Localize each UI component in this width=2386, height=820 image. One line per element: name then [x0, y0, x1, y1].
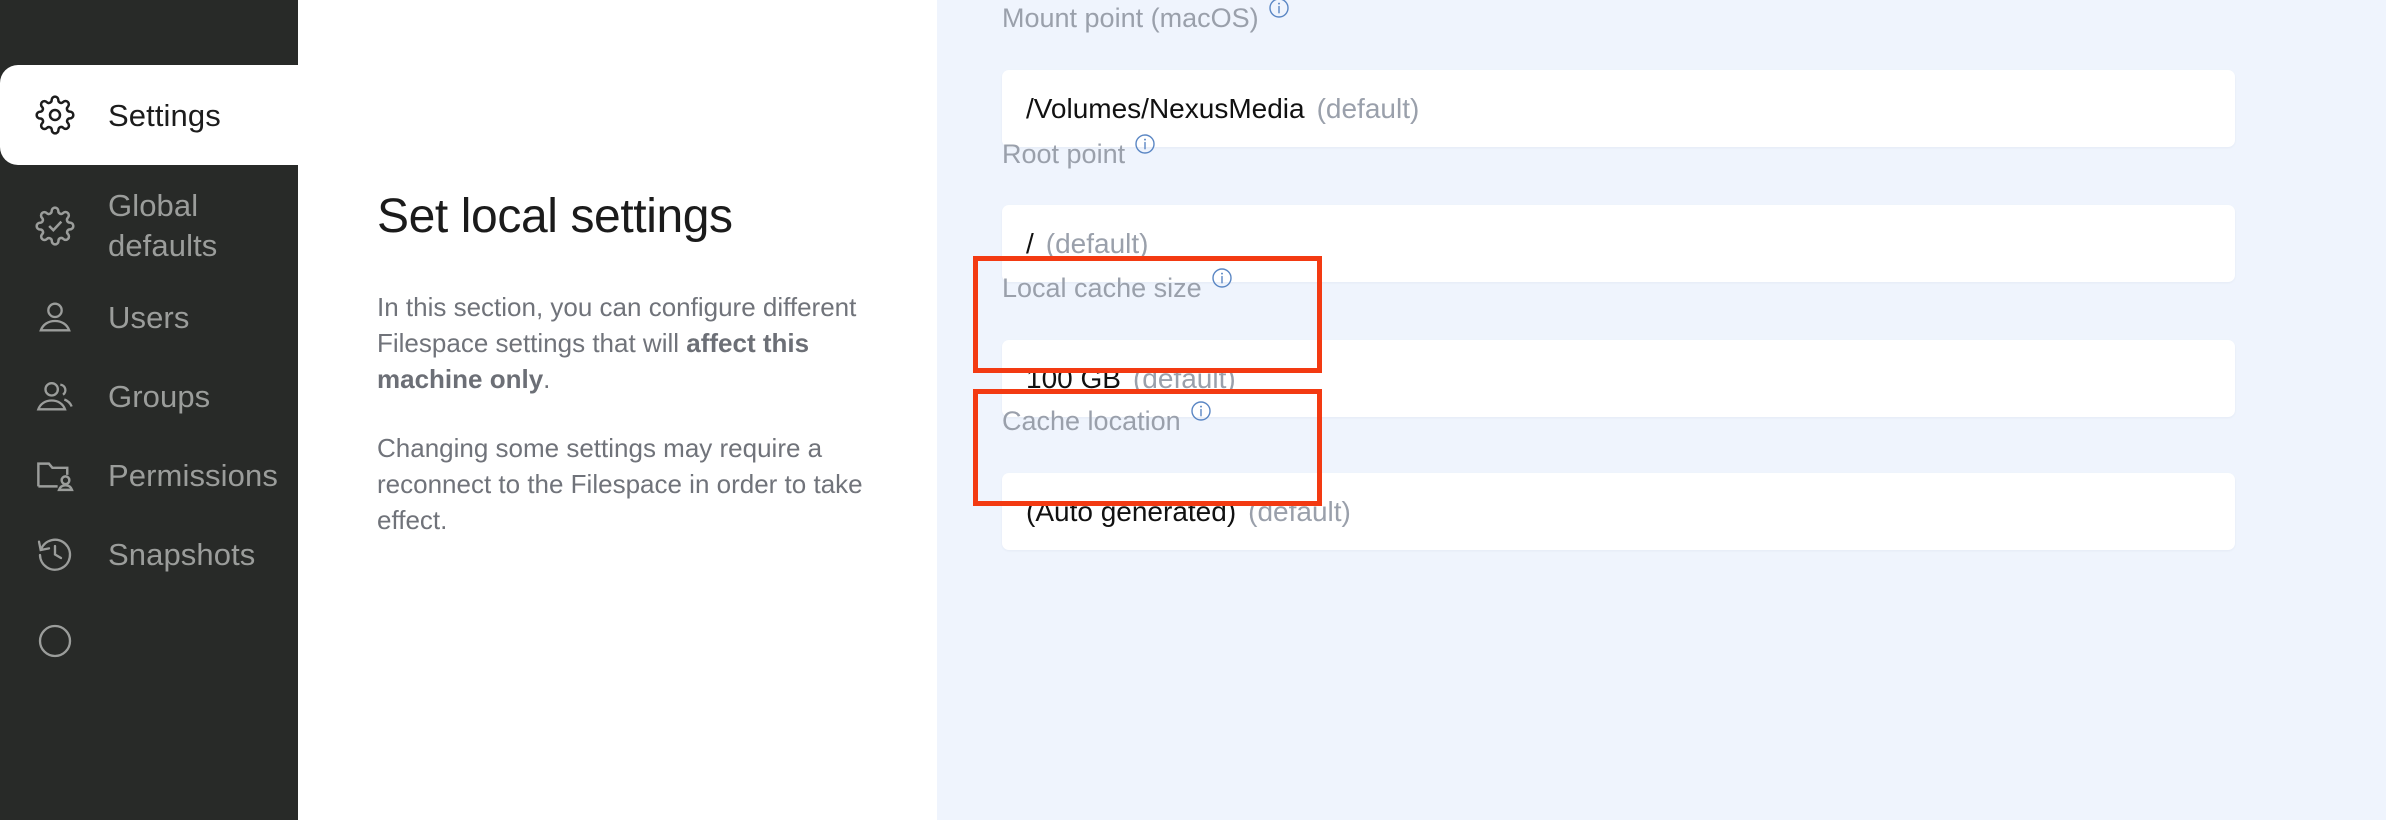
- clock-rewind-icon: [28, 527, 82, 581]
- field-label-root-point: Root point: [1002, 134, 1156, 170]
- sidebar-item-users[interactable]: Users: [0, 290, 298, 344]
- page-title: Set local settings: [377, 190, 733, 243]
- input-value-local-cache-size: 100 GB: [1026, 362, 1121, 394]
- gear-icon: [28, 88, 82, 142]
- input-root-point[interactable]: / (default): [1002, 205, 2235, 282]
- sidebar-item-label-groups: Groups: [108, 378, 211, 414]
- sidebar: Settings Global defaults Users Groups Pe…: [0, 0, 298, 820]
- sidebar-item-label-snapshots: Snapshots: [108, 536, 256, 572]
- field-label-text-root-point: Root point: [1002, 139, 1126, 169]
- partial-circle-icon: [28, 614, 82, 668]
- sidebar-item-global-defaults[interactable]: Global defaults: [0, 180, 298, 272]
- info-circle-icon[interactable]: [1211, 267, 1233, 289]
- user-icon: [28, 290, 82, 344]
- sidebar-item-label-settings: Settings: [108, 97, 221, 133]
- info-circle-icon[interactable]: [1268, 0, 1290, 19]
- sidebar-item-permissions[interactable]: Permissions: [0, 448, 298, 502]
- intro-paragraph-2: Changing some settings may require a rec…: [377, 433, 863, 535]
- input-value-root-point: /: [1026, 227, 1034, 259]
- sidebar-item-label-permissions: Permissions: [108, 457, 278, 493]
- field-label-cache-location: Cache location: [1002, 401, 1212, 437]
- field-label-text-mount-point: Mount point (macOS): [1002, 3, 1259, 33]
- app-root: Settings Global defaults Users Groups Pe…: [0, 0, 2386, 820]
- intro-column: Set local settings In this section, you …: [298, 0, 937, 820]
- sidebar-item-snapshots[interactable]: Snapshots: [0, 527, 298, 581]
- field-label-local-cache-size: Local cache size: [1002, 268, 1233, 304]
- users-group-icon: [28, 369, 82, 423]
- sidebar-item-label-global-defaults: Global defaults: [108, 188, 218, 263]
- input-value-cache-location: (Auto generated): [1026, 495, 1237, 527]
- field-label-mount-point: Mount point (macOS): [1002, 0, 1290, 34]
- field-label-text-local-cache-size: Local cache size: [1002, 273, 1202, 303]
- default-tag-mount-point: (default): [1316, 92, 1420, 124]
- sidebar-item-partial-below-fold[interactable]: [0, 614, 298, 668]
- input-cache-location[interactable]: (Auto generated) (default): [1002, 473, 2235, 550]
- settings-panel: Mount point (macOS) /Volumes/NexusMedia …: [937, 0, 2386, 820]
- intro-paragraph-1-tail: .: [543, 364, 551, 394]
- default-tag-cache-location: (default): [1248, 495, 1351, 527]
- default-tag-local-cache-size: (default): [1132, 362, 1236, 394]
- gear-check-icon: [28, 199, 82, 253]
- sidebar-item-label-users: Users: [108, 299, 190, 335]
- intro-paragraph-1: In this section, you can configure diffe…: [377, 289, 877, 397]
- info-circle-icon[interactable]: [1134, 133, 1156, 155]
- input-mount-point[interactable]: /Volumes/NexusMedia (default): [1002, 70, 2235, 147]
- info-circle-icon[interactable]: [1190, 400, 1212, 422]
- sidebar-item-settings[interactable]: Settings: [0, 65, 298, 165]
- field-label-text-cache-location: Cache location: [1002, 406, 1181, 436]
- sidebar-item-groups[interactable]: Groups: [0, 369, 298, 423]
- default-tag-root-point: (default): [1045, 227, 1149, 259]
- folder-user-icon: [28, 448, 82, 502]
- input-value-mount-point: /Volumes/NexusMedia: [1026, 92, 1305, 124]
